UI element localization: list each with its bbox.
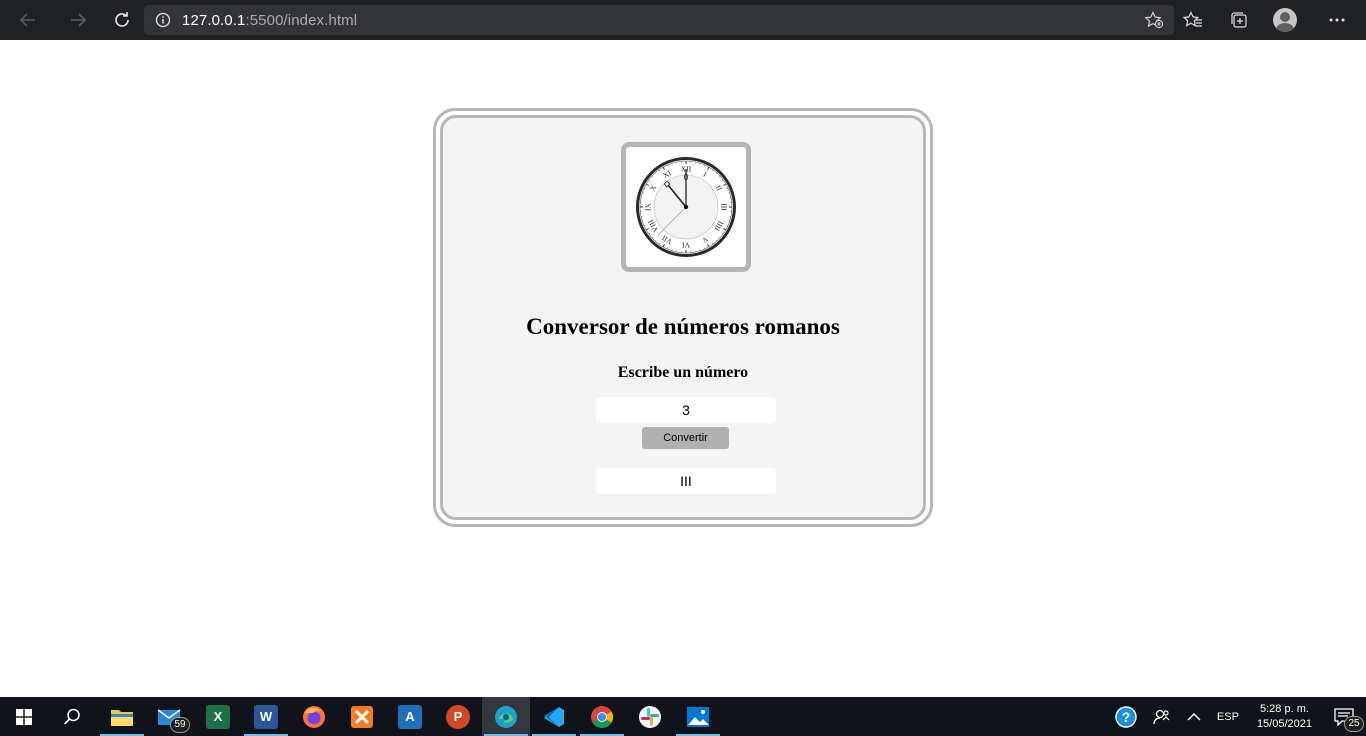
tray-people[interactable]: [1145, 697, 1179, 736]
favorites-icon: [1183, 11, 1202, 27]
tray-show-hidden[interactable]: [1179, 697, 1209, 736]
profile-button[interactable]: [1262, 0, 1308, 40]
more-options-icon: [1329, 18, 1345, 22]
tray-language[interactable]: ESP: [1209, 697, 1247, 736]
taskbar-firefox[interactable]: [290, 697, 338, 736]
taskbar-slack[interactable]: [626, 697, 674, 736]
help-icon: ?: [1115, 705, 1137, 728]
app-a-icon: A: [398, 704, 422, 729]
firefox-icon: [303, 705, 325, 728]
system-tray: ? ESP 5:28 p. m. 15/05/2021 25: [1107, 697, 1366, 736]
clock-time: 5:28 p. m.: [1260, 702, 1309, 715]
taskbar-edge[interactable]: [482, 697, 530, 736]
converter-card-outer: XIIIIIIIIIIIIVVIVIIVIIIIXXXI Conversor d…: [433, 108, 933, 527]
browser-toolbar: 127.0.0.1:5500/index.html: [0, 0, 1366, 40]
mail-unread-badge: 59: [170, 717, 190, 733]
favorites-button[interactable]: [1170, 0, 1216, 40]
page-title: Conversor de números romanos: [526, 314, 840, 339]
taskbar-powerpoint[interactable]: P: [434, 697, 482, 736]
search-icon: [63, 708, 80, 725]
svg-text:?: ?: [1122, 709, 1131, 725]
address-bar[interactable]: 127.0.0.1:5500/index.html: [144, 5, 1174, 35]
add-favorite-icon: [1144, 11, 1164, 29]
more-options-button[interactable]: [1308, 0, 1366, 40]
edge-icon: [495, 705, 517, 728]
url-text[interactable]: 127.0.0.1:5500/index.html: [182, 12, 357, 29]
forward-button[interactable]: [56, 0, 100, 40]
xampp-icon: [351, 705, 373, 728]
number-prompt-label: Escribe un número: [617, 364, 749, 381]
tray-help[interactable]: ?: [1107, 697, 1145, 736]
taskbar-excel[interactable]: X: [194, 697, 242, 736]
folder-icon: [111, 709, 133, 726]
back-arrow-icon: [19, 13, 35, 27]
tray-notifications[interactable]: 25: [1322, 697, 1366, 736]
language-indicator: ESP: [1216, 710, 1239, 723]
excel-icon: X: [206, 704, 230, 729]
roman-clock-image: XIIIIIIIIIIIIVVIVIIVIIIIXXXI: [636, 157, 736, 257]
slack-icon: [639, 705, 661, 728]
word-icon: W: [254, 704, 278, 729]
convert-button[interactable]: Convertir: [642, 427, 729, 449]
collections-icon: [1231, 12, 1247, 28]
clock-numeral: III: [719, 203, 728, 211]
taskbar-chrome[interactable]: [578, 697, 626, 736]
chevron-up-icon: [1187, 712, 1201, 720]
taskbar-mail[interactable]: 59: [146, 697, 194, 736]
taskbar-vscode[interactable]: [530, 697, 578, 736]
taskbar-file-explorer[interactable]: [98, 697, 146, 736]
windows-logo-icon: [16, 708, 32, 725]
clock-display: 5:28 p. m. 15/05/2021: [1257, 702, 1312, 732]
forward-arrow-icon: [71, 13, 87, 27]
profile-avatar: [1273, 8, 1297, 32]
clock-numeral: VI: [682, 240, 690, 249]
refresh-icon: [115, 12, 129, 27]
clock-date: 15/05/2021: [1256, 717, 1312, 730]
people-icon: [1153, 709, 1170, 724]
number-input[interactable]: [596, 397, 776, 423]
tray-clock[interactable]: 5:28 p. m. 15/05/2021: [1247, 697, 1322, 736]
photos-icon: [687, 706, 709, 727]
roman-result-output: III: [596, 468, 776, 494]
chrome-icon: [591, 705, 613, 728]
url-host: 127.0.0.1: [182, 11, 246, 29]
clock-image-frame: XIIIIIIIIIIIIVVIVIIVIIIIXXXI: [621, 142, 751, 272]
vscode-icon: [544, 706, 564, 727]
site-info-button[interactable]: [144, 12, 182, 28]
taskbar-xampp[interactable]: [338, 697, 386, 736]
web-page: XIIIIIIIIIIIIVVIVIIVIIIIXXXI Conversor d…: [0, 40, 1366, 697]
powerpoint-icon: P: [446, 704, 470, 729]
converter-card: XIIIIIIIIIIIIVVIVIIVIIIIXXXI Conversor d…: [440, 115, 926, 520]
notification-count-badge: 25: [1344, 716, 1364, 732]
windows-taskbar: 59 X W A P ? ESP 5:28 p. m. 15/05/2021 2…: [0, 697, 1366, 736]
url-path: :5500/index.html: [245, 11, 358, 29]
add-favorite-button[interactable]: [1144, 11, 1164, 33]
taskbar-app-a[interactable]: A: [386, 697, 434, 736]
start-button[interactable]: [0, 697, 48, 736]
taskbar-photos[interactable]: [674, 697, 722, 736]
taskbar-word[interactable]: W: [242, 697, 290, 736]
back-button[interactable]: [0, 0, 56, 40]
refresh-button[interactable]: [100, 0, 144, 40]
info-icon: [155, 12, 171, 28]
browser-toolbar-right: [1170, 0, 1366, 40]
collections-button[interactable]: [1216, 0, 1262, 40]
search-button[interactable]: [48, 697, 96, 736]
clock-numeral: IX: [644, 202, 653, 210]
